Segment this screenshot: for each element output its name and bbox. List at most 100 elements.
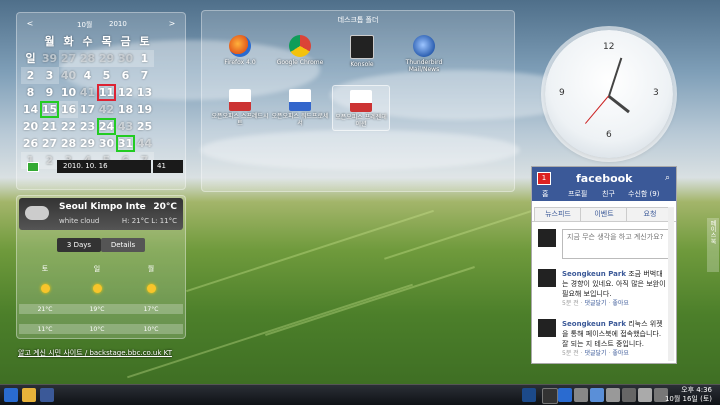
calendar-day[interactable]: 19: [135, 101, 154, 118]
calendar-day[interactable]: 26: [21, 135, 40, 152]
calendar-day[interactable]: 10: [59, 84, 78, 101]
calendar-week-number: 41: [79, 86, 96, 99]
oo-impress-launcher[interactable]: 오픈오피스 프레젠테이션: [332, 85, 390, 131]
konsole-launcher[interactable]: Konsole: [332, 35, 392, 68]
calendar-day[interactable]: 29: [78, 135, 97, 152]
tab-details[interactable]: Details: [101, 238, 145, 252]
calendar-day[interactable]: 4: [78, 67, 97, 84]
calendar-month[interactable]: 10월: [77, 20, 92, 30]
calendar-prev-button[interactable]: <: [25, 19, 35, 28]
calendar-weekday: 토: [139, 35, 150, 48]
calendar-day[interactable]: 7: [135, 67, 154, 84]
folder-icon[interactable]: [22, 388, 36, 402]
firefox-launcher[interactable]: Firefox 4.0: [210, 35, 270, 66]
widget-side-tab[interactable]: 페이스북: [707, 218, 719, 272]
info-icon[interactable]: [542, 388, 558, 404]
calendar-day[interactable]: 28: [59, 135, 78, 152]
calendar-day[interactable]: 20: [21, 118, 40, 135]
calendar-today-icon[interactable]: [27, 162, 39, 172]
calendar-weekday: 화: [63, 35, 74, 48]
calendar-day-event[interactable]: 15: [40, 101, 59, 118]
chrome-launcher[interactable]: Google Chrome: [270, 35, 330, 66]
taskbar-clock[interactable]: 오후 4:36 10월 16일 (토): [665, 386, 712, 404]
forecast-low: 10°C: [89, 326, 105, 333]
news-link[interactable]: 알고 계신 시민 사이트 / backstage.bbc.co.uk KT: [18, 348, 172, 358]
nav-friends[interactable]: 친구: [602, 189, 615, 199]
tray-icon[interactable]: [522, 388, 536, 402]
calendar-day[interactable]: 22: [59, 118, 78, 135]
calendar-day[interactable]: 12: [116, 84, 135, 101]
calendar-day[interactable]: 9: [40, 84, 59, 101]
calendar-day[interactable]: 30: [116, 50, 135, 67]
status-input[interactable]: 지금 무슨 생각을 하고 계신가요?: [562, 229, 672, 259]
calendar-day[interactable]: 18: [116, 101, 135, 118]
calendar-day[interactable]: 14: [21, 101, 40, 118]
clipboard-icon[interactable]: [606, 388, 620, 402]
like-link[interactable]: 좋아요: [612, 300, 629, 307]
tab-requests[interactable]: 요청: [626, 207, 674, 222]
calendar-day-today[interactable]: 11: [97, 84, 116, 101]
network-icon[interactable]: [638, 388, 652, 402]
weather-widget: Seoul Kimpo Inte 20°C white cloud H: 21°…: [16, 195, 186, 339]
calendar-next-button[interactable]: >: [167, 19, 177, 28]
like-link[interactable]: 좋아요: [612, 350, 629, 357]
calendar-day[interactable]: 21: [40, 118, 59, 135]
calendar-day[interactable]: 6: [116, 67, 135, 84]
calendar-day[interactable]: 23: [78, 118, 97, 135]
notification-badge[interactable]: 1: [537, 172, 551, 185]
post-author[interactable]: Seongkeun Park: [562, 320, 626, 328]
nav-inbox[interactable]: 수신함 (9): [628, 189, 659, 199]
clock-minute-hand: [608, 57, 623, 97]
calendar-day[interactable]: 2: [21, 67, 40, 84]
calendar-day[interactable]: 5: [97, 67, 116, 84]
comment-link[interactable]: 댓글달기: [585, 350, 607, 357]
status-composer: 지금 무슨 생각을 하고 계신가요?: [538, 227, 672, 263]
forecast-day: 월: [147, 265, 155, 273]
window-list-icon[interactable]: [40, 388, 54, 402]
kde-menu-icon[interactable]: [4, 388, 18, 402]
facebook-nav: 홈 프로필 친구 수신함 (9): [532, 188, 676, 201]
calendar-day[interactable]: 27: [59, 50, 78, 67]
calendar-day[interactable]: 3: [40, 67, 59, 84]
calendar-week-spinbox[interactable]: 41: [153, 160, 183, 173]
tab-newsfeed[interactable]: 뉴스피드: [534, 207, 582, 222]
calendar-day[interactable]: 8: [21, 84, 40, 101]
calendar-day[interactable]: 1: [135, 50, 154, 67]
tab-events[interactable]: 이벤트: [580, 207, 628, 222]
download-icon[interactable]: [590, 388, 604, 402]
post-body: Seongkeun Park 리눅스 위젯을 통해 페이스북에 접속했습니다. …: [562, 319, 668, 359]
avatar: [538, 229, 556, 247]
calendar-day[interactable]: 27: [40, 135, 59, 152]
forecast-high: 19°C: [89, 306, 105, 313]
volume-icon[interactable]: [622, 388, 636, 402]
calendar-day[interactable]: 17: [78, 101, 97, 118]
calendar-day[interactable]: 30: [97, 135, 116, 152]
calendar-day[interactable]: 13: [135, 84, 154, 101]
thunderbird-launcher[interactable]: Thunderbird Mail/News: [394, 35, 454, 73]
tray-icon[interactable]: [558, 388, 572, 402]
folder-title: 데스크톱 폴더: [337, 16, 379, 24]
calendar-day-event[interactable]: 24: [97, 118, 116, 135]
weather-city: Seoul Kimpo Inte: [59, 202, 146, 212]
post-author[interactable]: Seongkeun Park: [562, 270, 626, 278]
oo-spreadsheet-launcher[interactable]: 오픈오피스 스프레드시트: [210, 89, 270, 127]
calendar-day[interactable]: 29: [97, 50, 116, 67]
clock-number: 6: [606, 130, 612, 140]
calendar-week-number: 39: [41, 52, 58, 65]
calendar-day-selected[interactable]: 16: [59, 101, 78, 118]
scrollbar[interactable]: [668, 207, 674, 361]
calendar-day[interactable]: 28: [78, 50, 97, 67]
weather-tabs: 3 Days Details: [57, 238, 145, 252]
forecast-low: 10°C: [143, 326, 159, 333]
oo-writer-launcher[interactable]: 오픈오피스 워드프로세서: [270, 89, 330, 127]
nav-home[interactable]: 홈: [542, 189, 548, 199]
calendar-date-field[interactable]: 2010. 10. 16: [57, 160, 151, 173]
calendar-day[interactable]: 25: [135, 118, 154, 135]
calendar-day-event[interactable]: 31: [116, 135, 135, 152]
calendar-year[interactable]: 2010: [109, 20, 127, 28]
tab-3days[interactable]: 3 Days: [57, 238, 101, 252]
search-icon[interactable]: ⌕: [665, 173, 670, 183]
tray-icon[interactable]: [574, 388, 588, 402]
comment-link[interactable]: 댓글달기: [585, 300, 607, 307]
nav-profile[interactable]: 프로필: [568, 189, 587, 199]
